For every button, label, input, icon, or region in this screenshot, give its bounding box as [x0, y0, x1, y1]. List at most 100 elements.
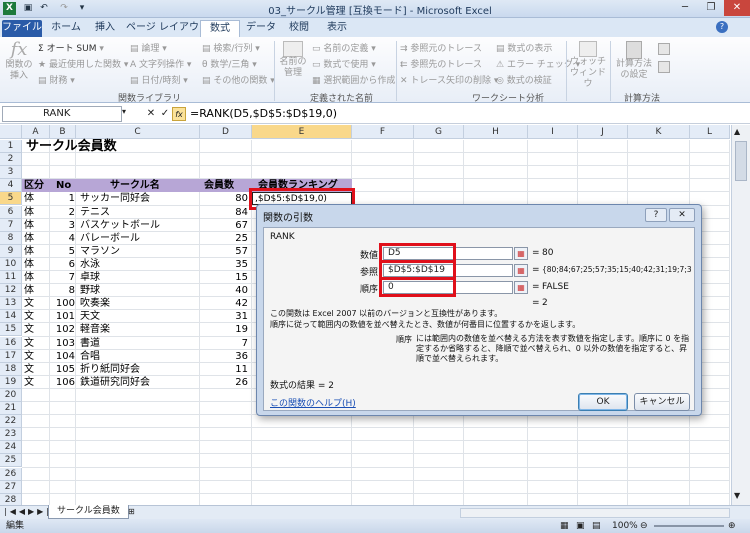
cell-circle-name[interactable]: 天文	[80, 310, 100, 323]
row-header[interactable]: 7	[0, 218, 22, 232]
zoom-in-icon[interactable]: ⊕	[728, 519, 736, 533]
cell-circle-name[interactable]: 書道	[80, 337, 100, 350]
cell-kubun[interactable]: 文	[24, 363, 34, 376]
table-header-cell[interactable]: サークル名	[110, 179, 160, 192]
arg3-range-picker-icon[interactable]: ▦	[514, 281, 528, 294]
cell-no[interactable]: 101	[50, 310, 75, 323]
tab-review[interactable]: 校閲	[282, 20, 316, 37]
cell-circle-name[interactable]: 卓球	[80, 271, 100, 284]
row-header[interactable]: 17	[0, 349, 22, 363]
cell-kubun[interactable]: 体	[24, 206, 34, 219]
watch-window-button[interactable]: ウォッチ ウィンドウ	[570, 41, 606, 90]
cell-kubun[interactable]: 体	[24, 232, 34, 245]
cell-circle-name[interactable]: 合唱	[80, 350, 100, 363]
financial-button[interactable]: ▤ 財務 ▾	[38, 73, 75, 86]
arg2-range-picker-icon[interactable]: ▦	[514, 264, 528, 277]
cell-kubun[interactable]: 体	[24, 258, 34, 271]
cell-member-count[interactable]: 31	[200, 310, 248, 323]
cell-circle-name[interactable]: 軽音楽	[80, 323, 110, 336]
function-help-link[interactable]: この関数のヘルプ(H)	[270, 396, 356, 409]
cell-circle-name[interactable]: 吹奏楽	[80, 297, 110, 310]
cell-no[interactable]: 7	[50, 271, 75, 284]
insert-function-fx-icon[interactable]: fx	[172, 107, 186, 121]
row-header[interactable]: 23	[0, 428, 22, 442]
column-header-i[interactable]: I	[528, 125, 578, 139]
name-box[interactable]: RANK	[2, 106, 122, 122]
cell-member-count[interactable]: 84	[200, 206, 248, 219]
row-header[interactable]: 4	[0, 179, 22, 193]
tab-home[interactable]: ホーム	[46, 20, 86, 37]
dialog-help-button[interactable]: ?	[645, 208, 667, 222]
calc-options-button[interactable]: 計算方法の設定	[614, 41, 654, 81]
row-header[interactable]: 26	[0, 467, 22, 481]
undo-icon[interactable]: ↶	[38, 2, 50, 14]
cell-member-count[interactable]: 40	[200, 284, 248, 297]
calc-sheet-icon[interactable]	[658, 61, 670, 73]
row-header[interactable]: 27	[0, 480, 22, 494]
column-header-g[interactable]: G	[414, 125, 464, 139]
row-header[interactable]: 16	[0, 336, 22, 350]
dialog-close-button[interactable]: ✕	[669, 208, 695, 222]
column-header-b[interactable]: B	[50, 125, 76, 139]
redo-icon[interactable]: ↷	[58, 2, 70, 14]
column-header-f[interactable]: F	[352, 125, 414, 139]
row-header[interactable]: 18	[0, 362, 22, 376]
cell-no[interactable]: 2	[50, 206, 75, 219]
tab-formulas[interactable]: 数式	[200, 20, 240, 37]
row-header[interactable]: 19	[0, 375, 22, 389]
select-all-corner[interactable]	[0, 125, 22, 139]
cell-circle-name[interactable]: テニス	[80, 206, 110, 219]
use-in-formula-button[interactable]: ▭ 数式で使用 ▾	[312, 57, 376, 70]
row-header[interactable]: 28	[0, 493, 22, 505]
cell-no[interactable]: 6	[50, 258, 75, 271]
trace-precedents-button[interactable]: ⇉ 参照元のトレース	[400, 41, 482, 54]
cell-member-count[interactable]: 11	[200, 363, 248, 376]
formula-input[interactable]: =RANK(D5,$D$5:$D$19,0)	[190, 107, 337, 120]
sheet-tab-active[interactable]: サークル会員数	[48, 505, 129, 519]
row-header[interactable]: 6	[0, 205, 22, 219]
recent-functions-button[interactable]: ★ 最近使用した関数 ▾	[38, 57, 128, 70]
name-manager-button[interactable]: 名前の管理	[278, 41, 308, 79]
cancel-button[interactable]: キャンセル	[634, 393, 690, 411]
cell-member-count[interactable]: 42	[200, 297, 248, 310]
customize-qat-icon[interactable]: ▾	[76, 2, 88, 14]
cell-member-count[interactable]: 25	[200, 232, 248, 245]
table-header-cell[interactable]: No	[56, 179, 71, 192]
cell-member-count[interactable]: 19	[200, 323, 248, 336]
lookup-button[interactable]: ▤ 検索/行列 ▾	[202, 41, 260, 54]
horizontal-scrollbar[interactable]	[460, 508, 730, 518]
sheet-nav-icons[interactable]: |◀◀▶▶|	[4, 507, 52, 516]
cell-no[interactable]: 106	[50, 376, 75, 389]
scroll-up-icon[interactable]: ▲	[734, 127, 740, 136]
view-normal-icon[interactable]: ▦	[560, 519, 569, 533]
logical-button[interactable]: ▤ 論理 ▾	[130, 41, 167, 54]
cell-member-count[interactable]: 35	[200, 258, 248, 271]
more-functions-button[interactable]: ▤ その他の関数 ▾	[202, 73, 275, 86]
column-header-a[interactable]: A	[22, 125, 50, 139]
cell-member-count[interactable]: 36	[200, 350, 248, 363]
cancel-entry-icon[interactable]: ✕	[144, 107, 158, 121]
cell-kubun[interactable]: 体	[24, 219, 34, 232]
cell-kubun[interactable]: 文	[24, 323, 34, 336]
column-header-h[interactable]: H	[464, 125, 528, 139]
scroll-down-icon[interactable]: ▼	[734, 491, 740, 500]
cell-no[interactable]: 105	[50, 363, 75, 376]
insert-sheet-icon[interactable]: ⊞	[128, 507, 135, 516]
sheet-title[interactable]: サークル会員数	[26, 140, 117, 154]
row-header[interactable]: 22	[0, 415, 22, 429]
row-header[interactable]: 3	[0, 166, 22, 180]
cell-circle-name[interactable]: 野球	[80, 284, 100, 297]
column-header-d[interactable]: D	[200, 125, 252, 139]
cell-no[interactable]: 1	[50, 192, 75, 205]
minimize-button[interactable]: ─	[672, 0, 698, 16]
cell-member-count[interactable]: 15	[200, 271, 248, 284]
cell-member-count[interactable]: 57	[200, 245, 248, 258]
table-header-cell[interactable]: 区分	[24, 179, 44, 192]
cell-circle-name[interactable]: 折り紙同好会	[80, 363, 140, 376]
column-header-k[interactable]: K	[628, 125, 690, 139]
ok-button[interactable]: OK	[578, 393, 628, 411]
row-header[interactable]: 9	[0, 244, 22, 258]
tab-data[interactable]: データ	[244, 20, 278, 37]
table-header-cell[interactable]: 会員数	[204, 179, 234, 192]
cell-kubun[interactable]: 体	[24, 271, 34, 284]
